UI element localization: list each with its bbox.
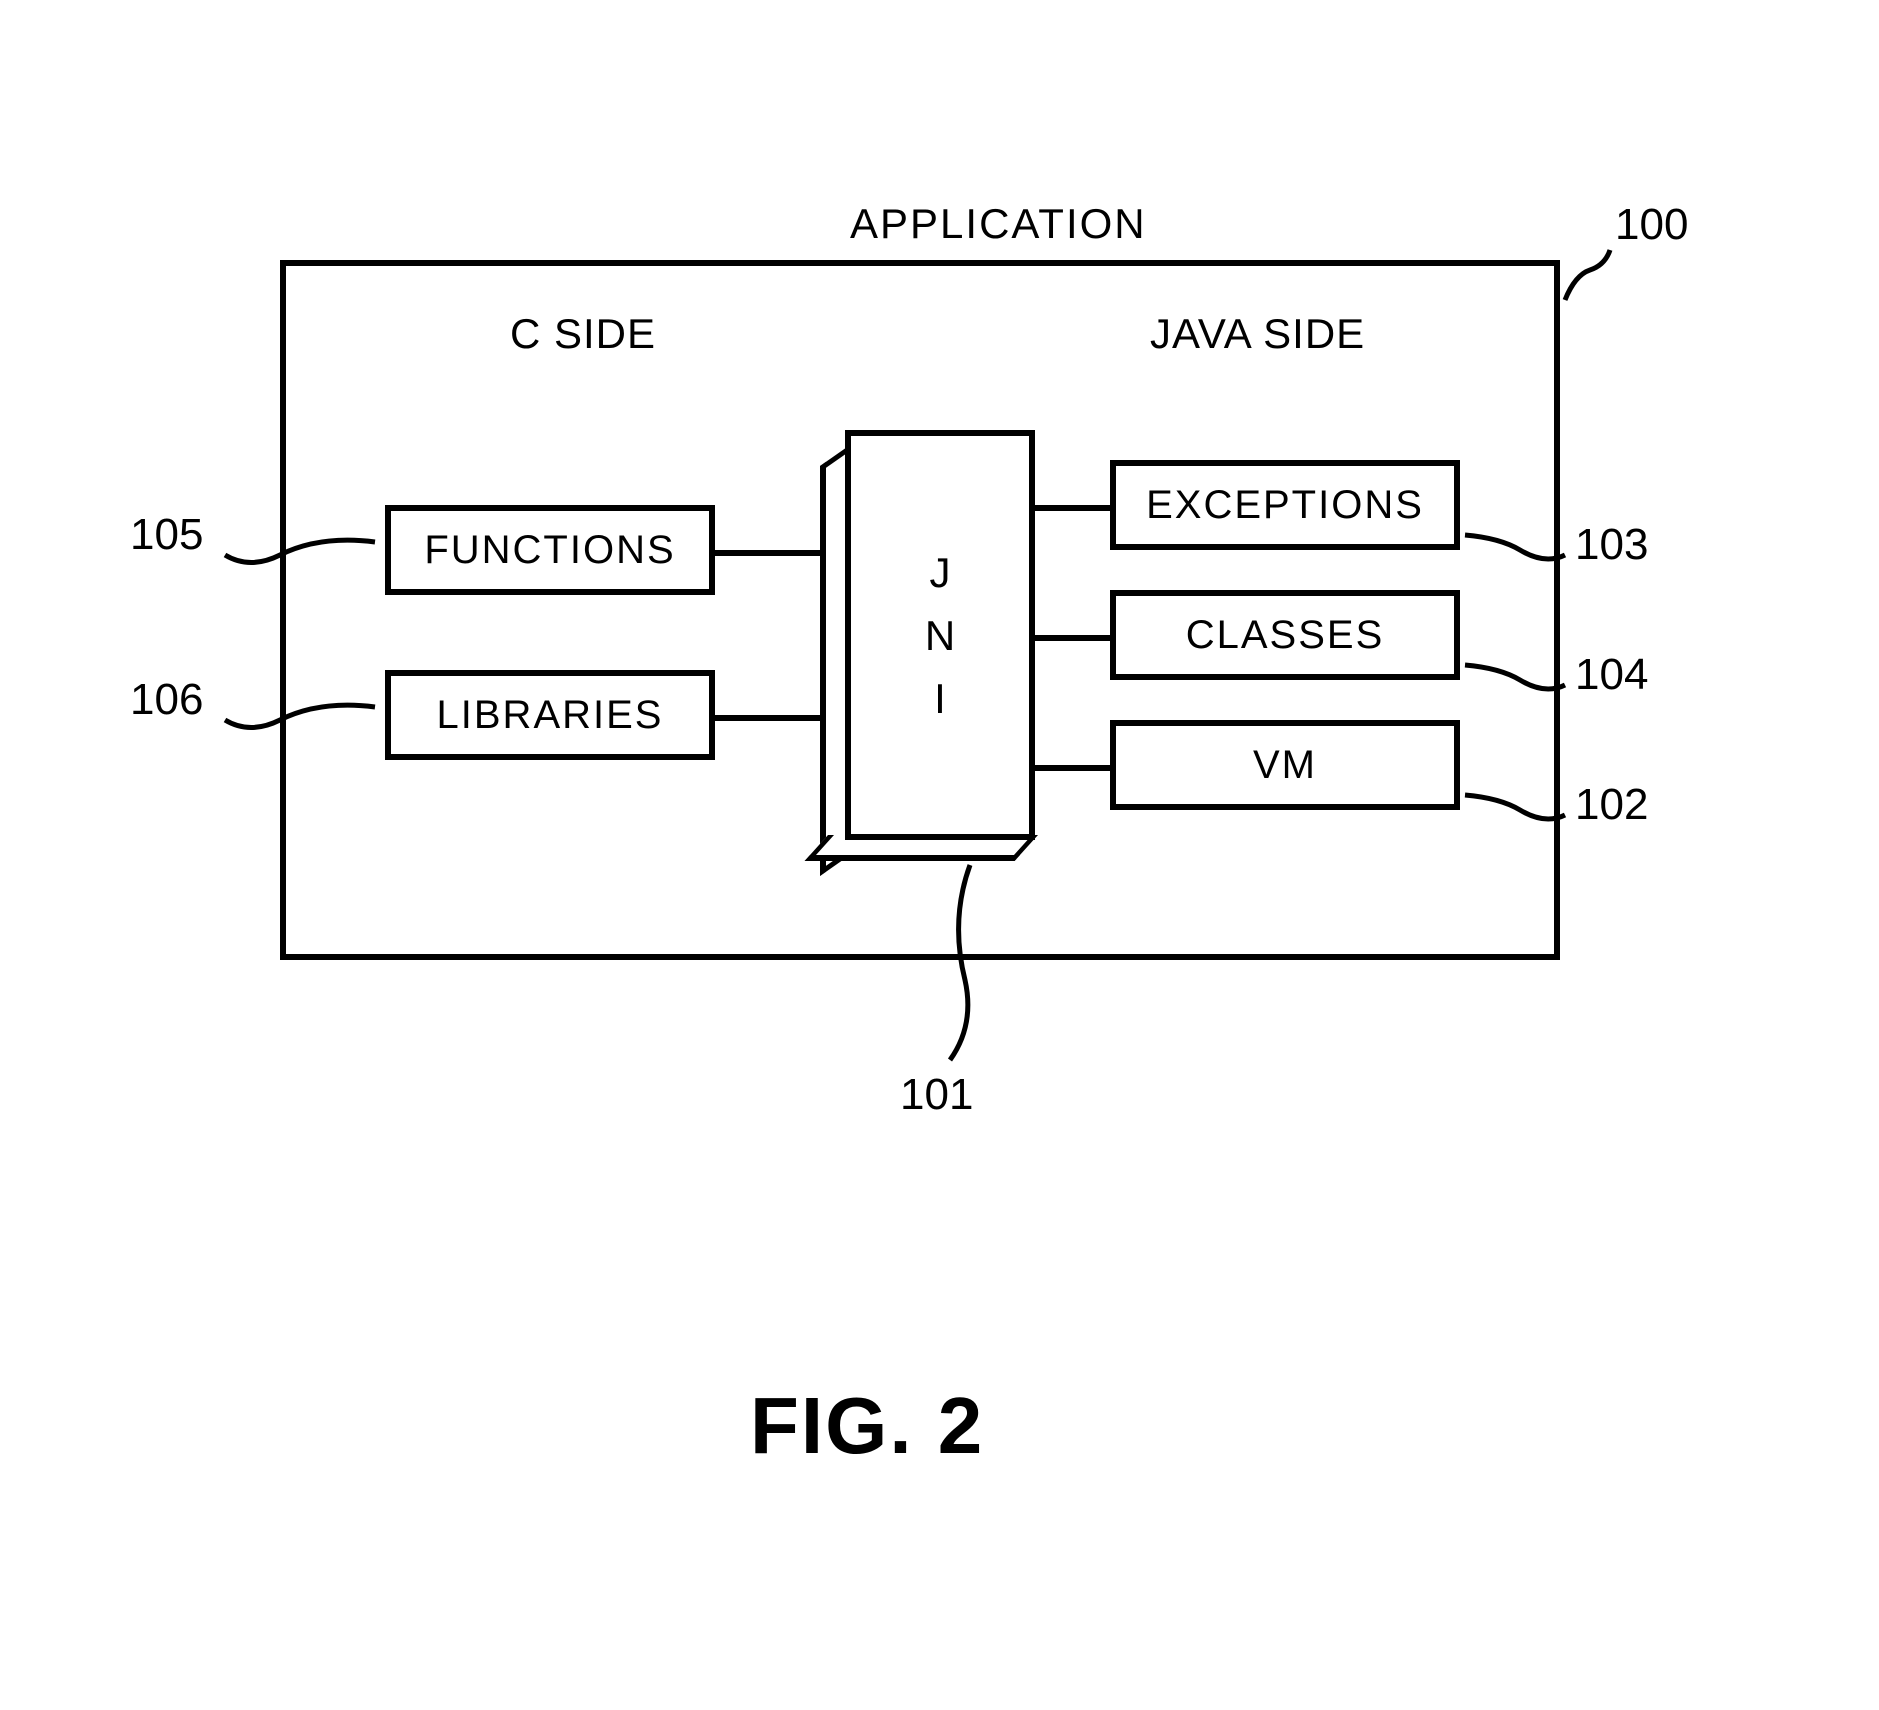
- application-label: APPLICATION: [850, 200, 1147, 248]
- functions-block: FUNCTIONS: [385, 505, 715, 595]
- jni-block: J N I: [820, 430, 1040, 860]
- jni-letter-n: N: [925, 604, 955, 667]
- java-side-label: JAVA SIDE: [1150, 310, 1365, 358]
- exceptions-text: EXCEPTIONS: [1146, 483, 1424, 528]
- ref-100: 100: [1615, 200, 1688, 250]
- leader-102: [1460, 790, 1570, 840]
- connector-jni-exceptions: [1035, 505, 1110, 511]
- connector-jni-vm: [1035, 765, 1110, 771]
- ref-104: 104: [1575, 650, 1648, 700]
- leader-100: [1560, 245, 1620, 305]
- c-side-label: C SIDE: [510, 310, 656, 358]
- jni-letter-j: J: [930, 541, 951, 604]
- ref-102: 102: [1575, 780, 1648, 830]
- ref-103: 103: [1575, 520, 1648, 570]
- exceptions-block: EXCEPTIONS: [1110, 460, 1460, 550]
- ref-101: 101: [900, 1070, 973, 1120]
- classes-text: CLASSES: [1186, 613, 1385, 658]
- figure-caption: FIG. 2: [750, 1380, 984, 1472]
- leader-104: [1460, 660, 1570, 710]
- classes-block: CLASSES: [1110, 590, 1460, 680]
- connector-jni-classes: [1035, 635, 1110, 641]
- leader-105: [220, 530, 380, 580]
- leader-101: [930, 860, 1010, 1070]
- jni-letter-i: I: [934, 667, 946, 730]
- libraries-text: LIBRARIES: [437, 693, 664, 738]
- vm-text: VM: [1253, 743, 1317, 788]
- leader-106: [220, 695, 380, 745]
- vm-block: VM: [1110, 720, 1460, 810]
- jni-front-face: J N I: [845, 430, 1035, 840]
- ref-105: 105: [130, 510, 203, 560]
- jni-architecture-diagram: APPLICATION C SIDE JAVA SIDE FUNCTIONS L…: [280, 200, 1600, 1100]
- leader-103: [1460, 530, 1570, 580]
- functions-text: FUNCTIONS: [424, 528, 675, 573]
- ref-106: 106: [130, 675, 203, 725]
- libraries-block: LIBRARIES: [385, 670, 715, 760]
